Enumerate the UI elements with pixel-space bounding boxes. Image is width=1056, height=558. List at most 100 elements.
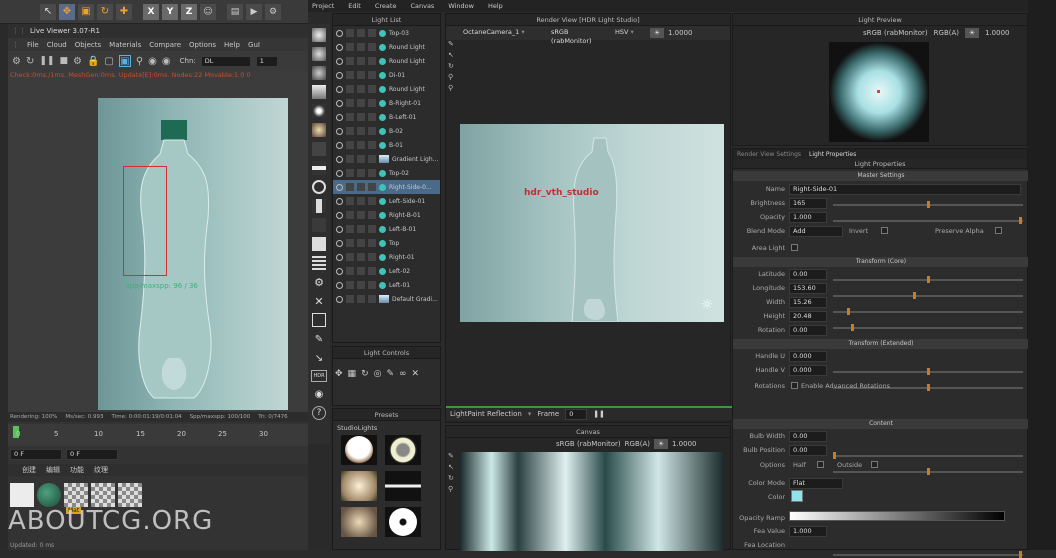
longitude-field[interactable]: 153.60 [789,283,827,294]
brush-icon[interactable]: ✎ [312,332,326,346]
stop-icon[interactable]: ■ [59,56,68,66]
enable-adv-checkbox[interactable] [791,382,798,389]
sun-icon[interactable]: ☼ [698,296,716,314]
preset-thumb-soft[interactable] [341,507,377,537]
light-toggle-box[interactable] [357,127,365,135]
light-list-row[interactable]: Round Light [333,54,440,68]
menu-create[interactable]: Create [375,2,397,10]
light-toggle-box[interactable] [357,197,365,205]
close-light-icon[interactable]: ✕ [412,369,420,379]
light-list-row[interactable]: B-Right-01 [333,96,440,110]
canvas-mode[interactable]: RGB(A) [625,440,650,448]
light-toggle-box[interactable] [346,155,354,163]
light-toggle-box[interactable] [346,141,354,149]
region-icon[interactable]: ▢ [104,56,113,67]
lightpaint-mode[interactable]: LightPaint Reflection [450,410,522,418]
light-toggle-box[interactable] [346,281,354,289]
preset-blank-icon[interactable] [312,218,326,232]
menu-canvas[interactable]: Canvas [410,2,434,10]
pause-icon[interactable]: ❚❚ [593,410,605,418]
light-toggle-box[interactable] [346,197,354,205]
light-toggle-box[interactable] [357,253,365,261]
fea-value-slider[interactable] [833,551,1023,558]
preset-ring-icon[interactable] [312,180,326,194]
hdr-icon[interactable]: HDR [311,370,327,382]
light-center-dot[interactable] [877,90,880,93]
handle-u-slider[interactable] [833,368,1023,375]
zoom-out-icon[interactable]: ⚲ [448,84,458,92]
light-toggle-box[interactable] [357,29,365,37]
light-toggle-box[interactable] [357,169,365,177]
rotate-light-icon[interactable]: ↻ [361,369,369,379]
preset-strip-icon[interactable] [312,199,326,213]
light-toggle-box[interactable] [368,183,376,191]
canvas-colorspace[interactable]: sRGB (rabMonitor) [556,440,621,448]
light-list-row[interactable]: Default Gradi... [333,292,440,306]
render-icon[interactable]: ◉ [312,387,326,401]
tab-render-view-settings[interactable]: Render View Settings [737,151,801,158]
light-list-row[interactable]: Left-Side-01 [333,194,440,208]
section-content[interactable]: Content [733,419,1029,429]
menu-help[interactable]: Help [224,41,240,49]
help-icon[interactable]: ? [312,406,326,420]
opacity-ramp[interactable] [789,511,1005,521]
transform-icon[interactable]: ✚ [116,3,132,20]
preset-soft-icon[interactable] [312,47,326,61]
light-toggle-box[interactable] [368,155,376,163]
z-axis-icon[interactable]: Z [181,3,197,20]
light-toggle-box[interactable] [357,281,365,289]
visibility-icon[interactable] [336,127,343,135]
light-toggle-box[interactable] [368,127,376,135]
light-toggle-box[interactable] [346,267,354,275]
y-axis-icon[interactable]: Y [162,3,178,20]
cursor-icon[interactable]: ↖ [40,3,56,20]
brightness-knob[interactable] [927,201,930,208]
square-icon[interactable] [312,313,326,327]
camera-icon[interactable]: ◉ [162,56,171,67]
light-toggle-box[interactable] [346,183,354,191]
light-toggle-box[interactable] [346,29,354,37]
light-toggle-box[interactable] [346,211,354,219]
visibility-icon[interactable] [336,85,343,93]
visibility-icon[interactable] [336,29,343,37]
light-list-row[interactable]: Top [333,236,440,250]
color-mode-select[interactable]: Flat [789,478,843,489]
frame-end-field[interactable]: 0 F [66,448,118,460]
lp-exposure-icon[interactable]: ☀ [965,28,979,38]
menu-project[interactable]: Project [312,2,334,10]
light-toggle-box[interactable] [346,85,354,93]
visibility-icon[interactable] [336,57,343,65]
material-swatch-check2[interactable] [91,483,115,507]
mat-tab-create[interactable]: 创建 [22,465,36,475]
rv-mode-select[interactable]: HSV ▾ [612,27,646,39]
light-toggle-box[interactable] [368,295,376,303]
visibility-icon[interactable] [336,99,343,107]
mat-tab-function[interactable]: 功能 [70,465,84,475]
live-viewer-viewport[interactable]: spp/maxspp: 96 / 36 [8,82,308,412]
fea-value-field[interactable]: 1.000 [789,526,827,537]
light-toggle-box[interactable] [357,295,365,303]
light-toggle-box[interactable] [357,183,365,191]
material-swatch-green[interactable] [37,483,61,507]
menu-gui[interactable]: GuI [248,41,260,49]
menu-cloud[interactable]: Cloud [47,41,67,49]
material-swatch-check[interactable] [64,483,88,507]
rotation-field[interactable]: 0.00 [789,325,827,336]
light-toggle-box[interactable] [357,71,365,79]
section-transform-ext[interactable]: Transform (Extended) [733,339,1029,349]
move-icon[interactable]: ✥ [59,3,75,20]
light-toggle-box[interactable] [368,225,376,233]
preset-white-icon[interactable] [312,237,326,251]
menu-options[interactable]: Options [189,41,216,49]
refresh-icon[interactable]: ↻ [26,56,34,67]
light-list-row[interactable]: Top-02 [333,166,440,180]
visibility-icon[interactable] [336,113,343,121]
lp-value[interactable]: 1.0000 [985,29,1010,37]
light-list-row[interactable]: Round Light [333,40,440,54]
menu-window[interactable]: Window [448,2,474,10]
light-toggle-box[interactable] [368,281,376,289]
light-toggle-box[interactable] [357,141,365,149]
focus-icon[interactable]: ▣ [118,55,131,67]
chn-number[interactable]: 1 [255,55,278,67]
height-field[interactable]: 20.48 [789,311,827,322]
